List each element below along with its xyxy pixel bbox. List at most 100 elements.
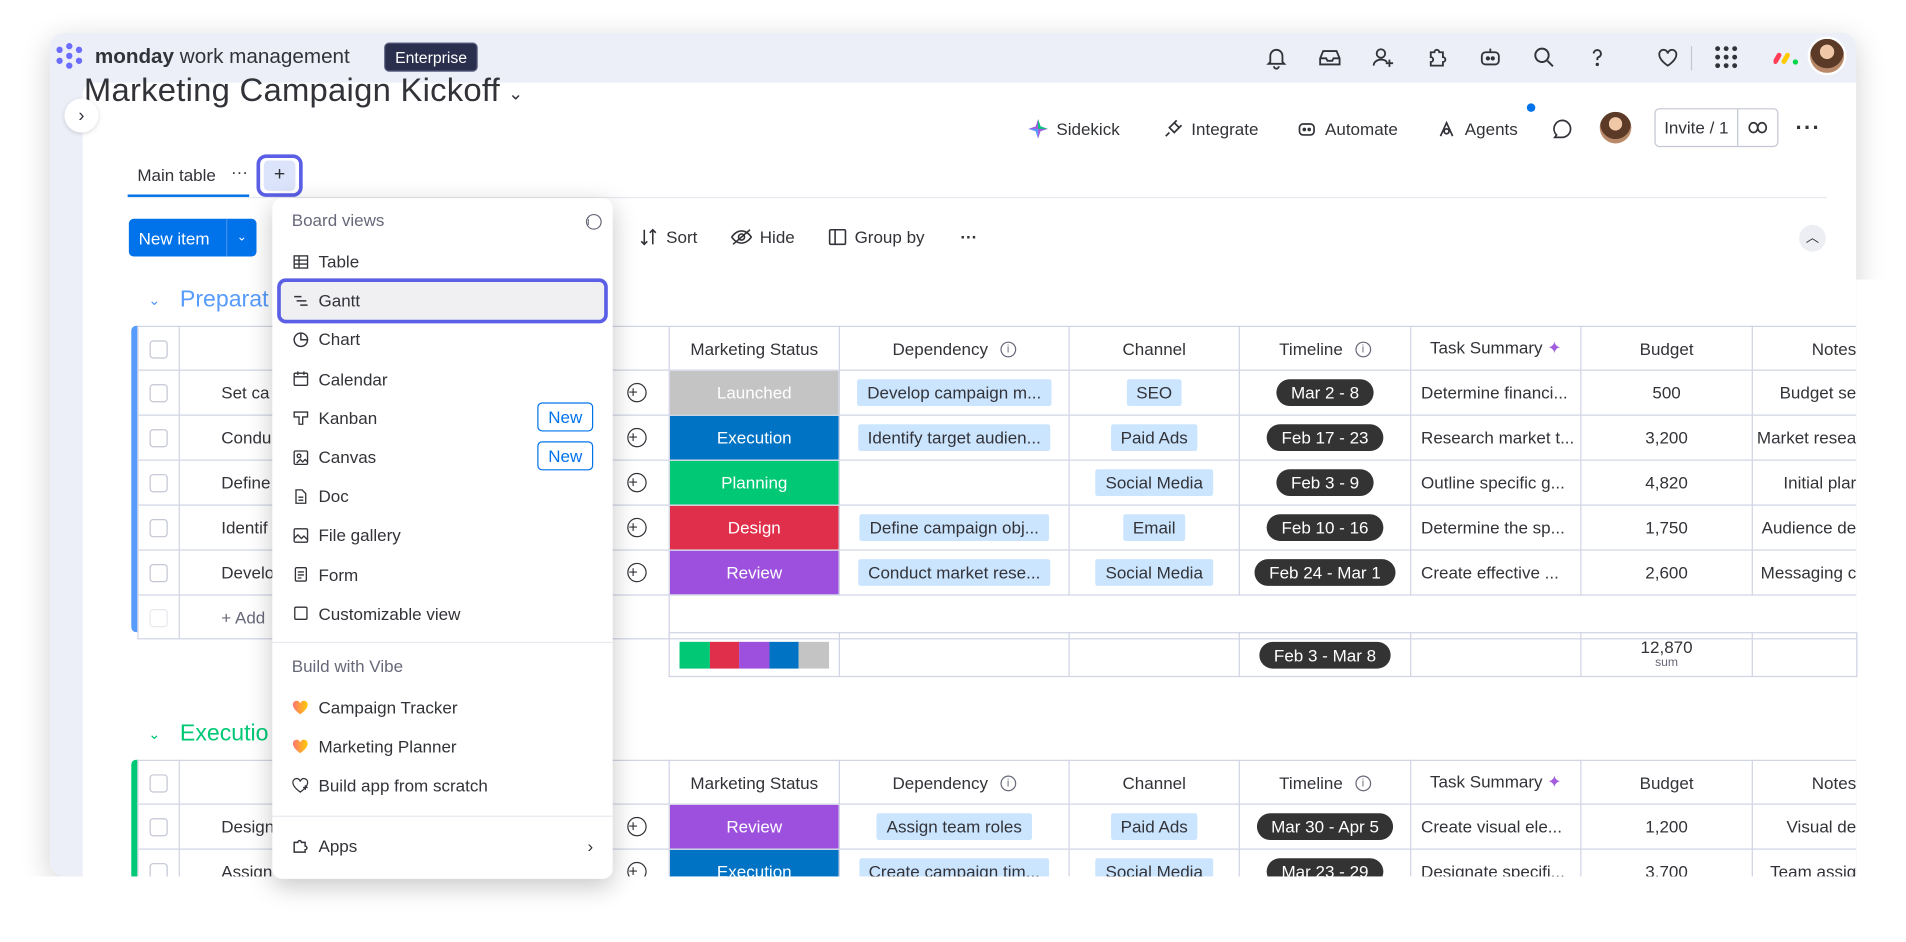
info-icon[interactable]: i xyxy=(1000,341,1017,358)
summary-cell[interactable]: Create effective ... xyxy=(1410,549,1582,596)
timeline-cell[interactable]: Mar 30 - Apr 5 xyxy=(1238,803,1412,850)
budget-cell[interactable]: 4,820 xyxy=(1580,459,1753,506)
column-header-channel[interactable]: Channel xyxy=(1068,759,1240,805)
collapse-header-icon[interactable]: ︿ xyxy=(1799,224,1826,252)
row-checkbox[interactable] xyxy=(137,414,180,461)
sidekick-button[interactable]: Sidekick xyxy=(1027,118,1120,140)
summary-cell[interactable]: Outline specific g... xyxy=(1410,459,1582,506)
column-header-status[interactable]: Marketing Status xyxy=(668,759,840,805)
column-header-dependency[interactable]: Dependency i xyxy=(838,325,1070,371)
chevron-down-icon[interactable]: ⌄ xyxy=(508,83,523,105)
menu-item-kanban[interactable]: Kanban New xyxy=(292,402,594,434)
status-cell[interactable]: Launched xyxy=(668,369,840,416)
board-title[interactable]: Marketing Campaign Kickoff xyxy=(84,72,500,110)
status-cell[interactable]: Review xyxy=(668,549,840,596)
hide-button[interactable]: Hide xyxy=(730,227,795,247)
comment-icon[interactable] xyxy=(1551,118,1573,140)
tab-options-icon[interactable]: ··· xyxy=(231,162,248,181)
column-header-notes[interactable]: Notes xyxy=(1751,325,1858,371)
column-header-budget[interactable]: Budget xyxy=(1580,325,1753,371)
dependency-cell[interactable] xyxy=(838,459,1070,506)
monday-product-icon[interactable] xyxy=(1773,49,1801,66)
timeline-cell[interactable]: Feb 24 - Mar 1 xyxy=(1238,549,1412,596)
column-header-summary[interactable]: Task Summary ✦ xyxy=(1410,325,1582,371)
group-by-button[interactable]: Group by xyxy=(828,227,925,247)
info-icon[interactable]: i xyxy=(1355,775,1371,792)
summary-cell[interactable]: Create visual ele... xyxy=(1410,803,1582,850)
new-item-button[interactable]: New item ⌄ xyxy=(128,218,257,257)
menu-item-chart[interactable]: Chart xyxy=(292,324,593,356)
dependency-cell[interactable]: Define campaign obj... xyxy=(838,504,1070,551)
inbox-icon[interactable] xyxy=(1316,44,1343,71)
add-update-icon[interactable]: + xyxy=(627,816,647,837)
row-checkbox[interactable] xyxy=(137,459,180,506)
menu-item-vibe-2[interactable]: Build app from scratch xyxy=(292,770,593,802)
column-header-notes[interactable]: Notes xyxy=(1751,759,1858,805)
add-update-icon[interactable]: + xyxy=(627,562,647,583)
row-checkbox[interactable] xyxy=(137,504,180,551)
invite-member-icon[interactable] xyxy=(1370,44,1397,71)
tab-main-table[interactable]: Main table xyxy=(137,165,216,184)
row-checkbox[interactable] xyxy=(137,803,180,850)
menu-item-doc[interactable]: Doc xyxy=(292,480,593,512)
automate-button[interactable]: Automate xyxy=(1296,118,1398,140)
column-header-timeline[interactable]: Timeline i xyxy=(1238,759,1412,805)
dependency-chip[interactable]: Define campaign obj... xyxy=(859,514,1049,541)
ai-agent-icon[interactable] xyxy=(1477,44,1504,71)
menu-item-customizable-view[interactable]: Customizable view xyxy=(292,598,593,630)
status-cell[interactable]: Execution xyxy=(668,414,840,461)
column-header-channel[interactable]: Channel xyxy=(1068,325,1240,371)
dependency-cell[interactable]: Assign team roles xyxy=(838,803,1070,850)
add-update-icon[interactable]: + xyxy=(627,427,647,448)
integrate-button[interactable]: Integrate xyxy=(1162,118,1258,140)
status-cell[interactable]: Planning xyxy=(668,459,840,506)
add-view-button[interactable]: + xyxy=(256,154,303,197)
new-item-dropdown-icon[interactable]: ⌄ xyxy=(226,218,256,257)
bell-icon[interactable] xyxy=(1263,44,1290,71)
menu-item-file-gallery[interactable]: File gallery xyxy=(292,520,593,552)
notes-cell[interactable]: Audience de xyxy=(1751,504,1858,551)
integrations-icon[interactable] xyxy=(1423,44,1450,71)
menu-item-canvas[interactable]: Canvas New xyxy=(292,441,594,473)
channel-cell[interactable]: Paid Ads xyxy=(1068,803,1240,850)
dependency-cell[interactable]: Identify target audien... xyxy=(838,414,1070,461)
column-header-budget[interactable]: Budget xyxy=(1580,759,1753,805)
status-cell[interactable]: Review xyxy=(668,803,840,850)
menu-item-apps[interactable]: Apps › xyxy=(292,830,593,862)
status-distribution-bar[interactable] xyxy=(668,632,840,678)
expand-sidebar-button[interactable]: › xyxy=(64,98,99,133)
budget-cell[interactable]: 1,750 xyxy=(1580,504,1753,551)
column-header-status[interactable]: Marketing Status xyxy=(668,325,840,371)
info-icon[interactable]: i xyxy=(585,212,602,234)
row-checkbox[interactable] xyxy=(137,369,180,416)
add-update-icon[interactable]: + xyxy=(627,472,647,493)
copy-link-icon[interactable] xyxy=(1738,109,1777,145)
agents-button[interactable]: Agents xyxy=(1436,118,1518,140)
notes-cell[interactable]: Visual de xyxy=(1751,803,1858,850)
toolbar-more-icon[interactable]: ··· xyxy=(960,227,977,246)
add-update-icon[interactable]: + xyxy=(627,382,647,403)
budget-cell[interactable]: 1,200 xyxy=(1580,803,1753,850)
summary-cell[interactable]: Determine financi... xyxy=(1410,369,1582,416)
notes-cell[interactable]: Messaging c xyxy=(1751,549,1858,596)
select-all-checkbox[interactable] xyxy=(137,759,180,805)
column-header-timeline[interactable]: Timeline i xyxy=(1238,325,1412,371)
channel-cell[interactable]: Paid Ads xyxy=(1068,414,1240,461)
timeline-cell[interactable]: Feb 10 - 16 xyxy=(1238,504,1412,551)
user-avatar[interactable] xyxy=(1807,36,1847,76)
info-icon[interactable]: i xyxy=(1355,341,1371,358)
row-checkbox[interactable] xyxy=(137,549,180,596)
column-header-summary[interactable]: Task Summary ✦ xyxy=(1410,759,1582,805)
menu-item-calendar[interactable]: Calendar xyxy=(292,363,593,395)
dependency-cell[interactable]: Conduct market rese... xyxy=(838,549,1070,596)
search-icon[interactable] xyxy=(1530,44,1557,71)
timeline-cell[interactable]: Feb 17 - 23 xyxy=(1238,414,1412,461)
menu-item-vibe-0[interactable]: Campaign Tracker xyxy=(292,692,593,724)
channel-cell[interactable]: Social Media xyxy=(1068,549,1240,596)
notes-cell[interactable]: Initial plar xyxy=(1751,459,1858,506)
dependency-chip[interactable]: Identify target audien... xyxy=(857,424,1051,451)
group-title[interactable]: Executio xyxy=(180,721,269,748)
add-update-icon[interactable]: + xyxy=(627,517,647,538)
apps-grid-icon[interactable] xyxy=(1713,44,1740,71)
heart-icon[interactable] xyxy=(1654,44,1681,71)
